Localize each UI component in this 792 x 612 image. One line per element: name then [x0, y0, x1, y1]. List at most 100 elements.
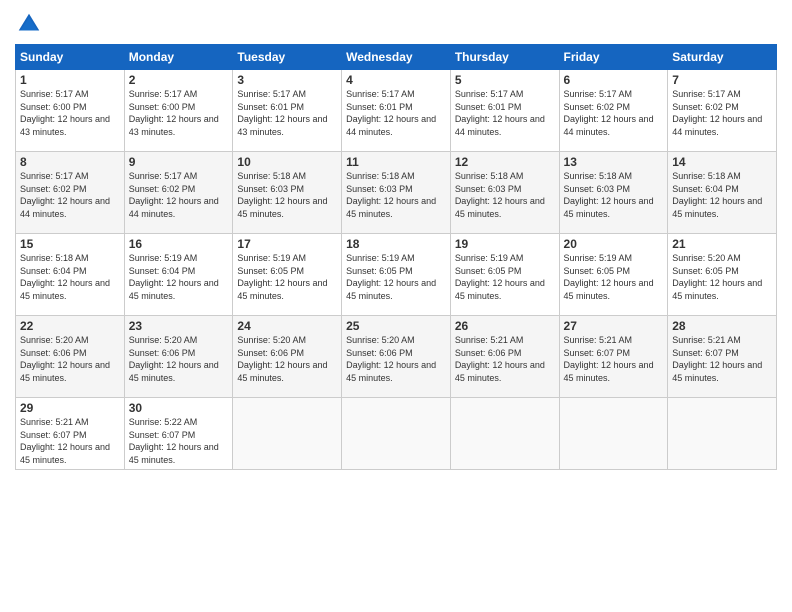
day-number: 2 [129, 73, 229, 87]
table-row: 26Sunrise: 5:21 AMSunset: 6:06 PMDayligh… [450, 316, 559, 398]
header [15, 10, 777, 38]
col-header-thursday: Thursday [450, 45, 559, 70]
table-row: 18 Sunrise: 5:19 AMSunset: 6:05 PMDayligh… [342, 234, 451, 316]
col-header-sunday: Sunday [16, 45, 125, 70]
table-row: 1 Sunrise: 5:17 AMSunset: 6:00 PMDaylight… [16, 70, 125, 152]
table-row: 3 Sunrise: 5:17 AMSunset: 6:01 PMDaylight… [233, 70, 342, 152]
day-number: 1 [20, 73, 120, 87]
day-number: 22 [20, 319, 120, 333]
col-header-monday: Monday [124, 45, 233, 70]
calendar-week-row: 15 Sunrise: 5:18 AMSunset: 6:04 PMDayligh… [16, 234, 777, 316]
table-row: 17Sunrise: 5:19 AMSunset: 6:05 PMDayligh… [233, 234, 342, 316]
header-row: SundayMondayTuesdayWednesdayThursdayFrid… [16, 45, 777, 70]
table-row [342, 398, 451, 470]
day-number: 23 [129, 319, 229, 333]
table-row: 20 Sunrise: 5:19 AMSunset: 6:05 PMDayligh… [559, 234, 668, 316]
day-info: Sunrise: 5:18 AMSunset: 6:03 PMDaylight:… [564, 171, 654, 219]
day-number: 7 [672, 73, 772, 87]
col-header-tuesday: Tuesday [233, 45, 342, 70]
table-row: 13 Sunrise: 5:18 AMSunset: 6:03 PMDayligh… [559, 152, 668, 234]
day-number: 12 [455, 155, 555, 169]
day-info: Sunrise: 5:20 AMSunset: 6:06 PMDaylight:… [20, 335, 110, 383]
day-info: Sunrise: 5:17 AMSunset: 6:01 PMDaylight:… [455, 89, 545, 137]
table-row [559, 398, 668, 470]
day-info: Sunrise: 5:21 AMSunset: 6:06 PMDaylight:… [455, 335, 545, 383]
table-row: 7Sunrise: 5:17 AMSunset: 6:02 PMDaylight… [668, 70, 777, 152]
table-row: 25Sunrise: 5:20 AMSunset: 6:06 PMDayligh… [342, 316, 451, 398]
day-number: 21 [672, 237, 772, 251]
day-number: 4 [346, 73, 446, 87]
day-number: 19 [455, 237, 555, 251]
day-info: Sunrise: 5:18 AMSunset: 6:03 PMDaylight:… [237, 171, 327, 219]
col-header-saturday: Saturday [668, 45, 777, 70]
day-info: Sunrise: 5:20 AMSunset: 6:06 PMDaylight:… [237, 335, 327, 383]
table-row: 14 Sunrise: 5:18 AMSunset: 6:04 PMDayligh… [668, 152, 777, 234]
day-info: Sunrise: 5:17 AMSunset: 6:02 PMDaylight:… [20, 171, 110, 219]
day-info: Sunrise: 5:17 AMSunset: 6:02 PMDaylight:… [564, 89, 654, 137]
table-row: 27 Sunrise: 5:21 AMSunset: 6:07 PMDayligh… [559, 316, 668, 398]
day-info: Sunrise: 5:17 AMSunset: 6:00 PMDaylight:… [20, 89, 110, 137]
day-info: Sunrise: 5:17 AMSunset: 6:02 PMDaylight:… [129, 171, 219, 219]
table-row: 16Sunrise: 5:19 AMSunset: 6:04 PMDayligh… [124, 234, 233, 316]
day-info: Sunrise: 5:20 AMSunset: 6:05 PMDaylight:… [672, 253, 762, 301]
day-info: Sunrise: 5:21 AMSunset: 6:07 PMDaylight:… [564, 335, 654, 383]
day-number: 24 [237, 319, 337, 333]
table-row: 28Sunrise: 5:21 AMSunset: 6:07 PMDayligh… [668, 316, 777, 398]
day-info: Sunrise: 5:17 AMSunset: 6:01 PMDaylight:… [237, 89, 327, 137]
table-row: 4 Sunrise: 5:17 AMSunset: 6:01 PMDaylight… [342, 70, 451, 152]
day-number: 18 [346, 237, 446, 251]
table-row [450, 398, 559, 470]
table-row: 8 Sunrise: 5:17 AMSunset: 6:02 PMDaylight… [16, 152, 125, 234]
day-info: Sunrise: 5:17 AMSunset: 6:01 PMDaylight:… [346, 89, 436, 137]
day-info: Sunrise: 5:22 AMSunset: 6:07 PMDaylight:… [129, 417, 219, 465]
day-info: Sunrise: 5:21 AMSunset: 6:07 PMDaylight:… [20, 417, 110, 465]
day-number: 28 [672, 319, 772, 333]
logo-icon [15, 10, 43, 38]
calendar-table: SundayMondayTuesdayWednesdayThursdayFrid… [15, 44, 777, 470]
table-row [233, 398, 342, 470]
day-number: 5 [455, 73, 555, 87]
table-row: 23 Sunrise: 5:20 AMSunset: 6:06 PMDayligh… [124, 316, 233, 398]
day-number: 29 [20, 401, 120, 415]
table-row: 22 Sunrise: 5:20 AMSunset: 6:06 PMDayligh… [16, 316, 125, 398]
day-info: Sunrise: 5:17 AMSunset: 6:00 PMDaylight:… [129, 89, 219, 137]
day-number: 13 [564, 155, 664, 169]
day-info: Sunrise: 5:19 AMSunset: 6:05 PMDaylight:… [455, 253, 545, 301]
day-number: 27 [564, 319, 664, 333]
col-header-wednesday: Wednesday [342, 45, 451, 70]
calendar-week-row: 8 Sunrise: 5:17 AMSunset: 6:02 PMDaylight… [16, 152, 777, 234]
day-info: Sunrise: 5:19 AMSunset: 6:04 PMDaylight:… [129, 253, 219, 301]
day-number: 6 [564, 73, 664, 87]
day-number: 25 [346, 319, 446, 333]
day-number: 10 [237, 155, 337, 169]
calendar-week-row: 22 Sunrise: 5:20 AMSunset: 6:06 PMDayligh… [16, 316, 777, 398]
day-number: 15 [20, 237, 120, 251]
day-info: Sunrise: 5:19 AMSunset: 6:05 PMDaylight:… [564, 253, 654, 301]
table-row: 2 Sunrise: 5:17 AMSunset: 6:00 PMDaylight… [124, 70, 233, 152]
table-row: 15 Sunrise: 5:18 AMSunset: 6:04 PMDayligh… [16, 234, 125, 316]
day-number: 30 [129, 401, 229, 415]
day-info: Sunrise: 5:18 AMSunset: 6:03 PMDaylight:… [346, 171, 436, 219]
day-number: 8 [20, 155, 120, 169]
day-number: 9 [129, 155, 229, 169]
day-number: 11 [346, 155, 446, 169]
day-number: 3 [237, 73, 337, 87]
day-info: Sunrise: 5:19 AMSunset: 6:05 PMDaylight:… [346, 253, 436, 301]
table-row: 9 Sunrise: 5:17 AMSunset: 6:02 PMDaylight… [124, 152, 233, 234]
col-header-friday: Friday [559, 45, 668, 70]
day-number: 14 [672, 155, 772, 169]
table-row: 10 Sunrise: 5:18 AMSunset: 6:03 PMDayligh… [233, 152, 342, 234]
table-row: 5 Sunrise: 5:17 AMSunset: 6:01 PMDaylight… [450, 70, 559, 152]
table-row [668, 398, 777, 470]
table-row: 30 Sunrise: 5:22 AMSunset: 6:07 PMDayligh… [124, 398, 233, 470]
logo [15, 10, 47, 38]
day-info: Sunrise: 5:18 AMSunset: 6:04 PMDaylight:… [20, 253, 110, 301]
table-row: 11 Sunrise: 5:18 AMSunset: 6:03 PMDayligh… [342, 152, 451, 234]
day-info: Sunrise: 5:18 AMSunset: 6:03 PMDaylight:… [455, 171, 545, 219]
day-number: 20 [564, 237, 664, 251]
day-info: Sunrise: 5:20 AMSunset: 6:06 PMDaylight:… [129, 335, 219, 383]
day-info: Sunrise: 5:18 AMSunset: 6:04 PMDaylight:… [672, 171, 762, 219]
table-row: 6 Sunrise: 5:17 AMSunset: 6:02 PMDaylight… [559, 70, 668, 152]
day-info: Sunrise: 5:19 AMSunset: 6:05 PMDaylight:… [237, 253, 327, 301]
table-row: 19 Sunrise: 5:19 AMSunset: 6:05 PMDayligh… [450, 234, 559, 316]
